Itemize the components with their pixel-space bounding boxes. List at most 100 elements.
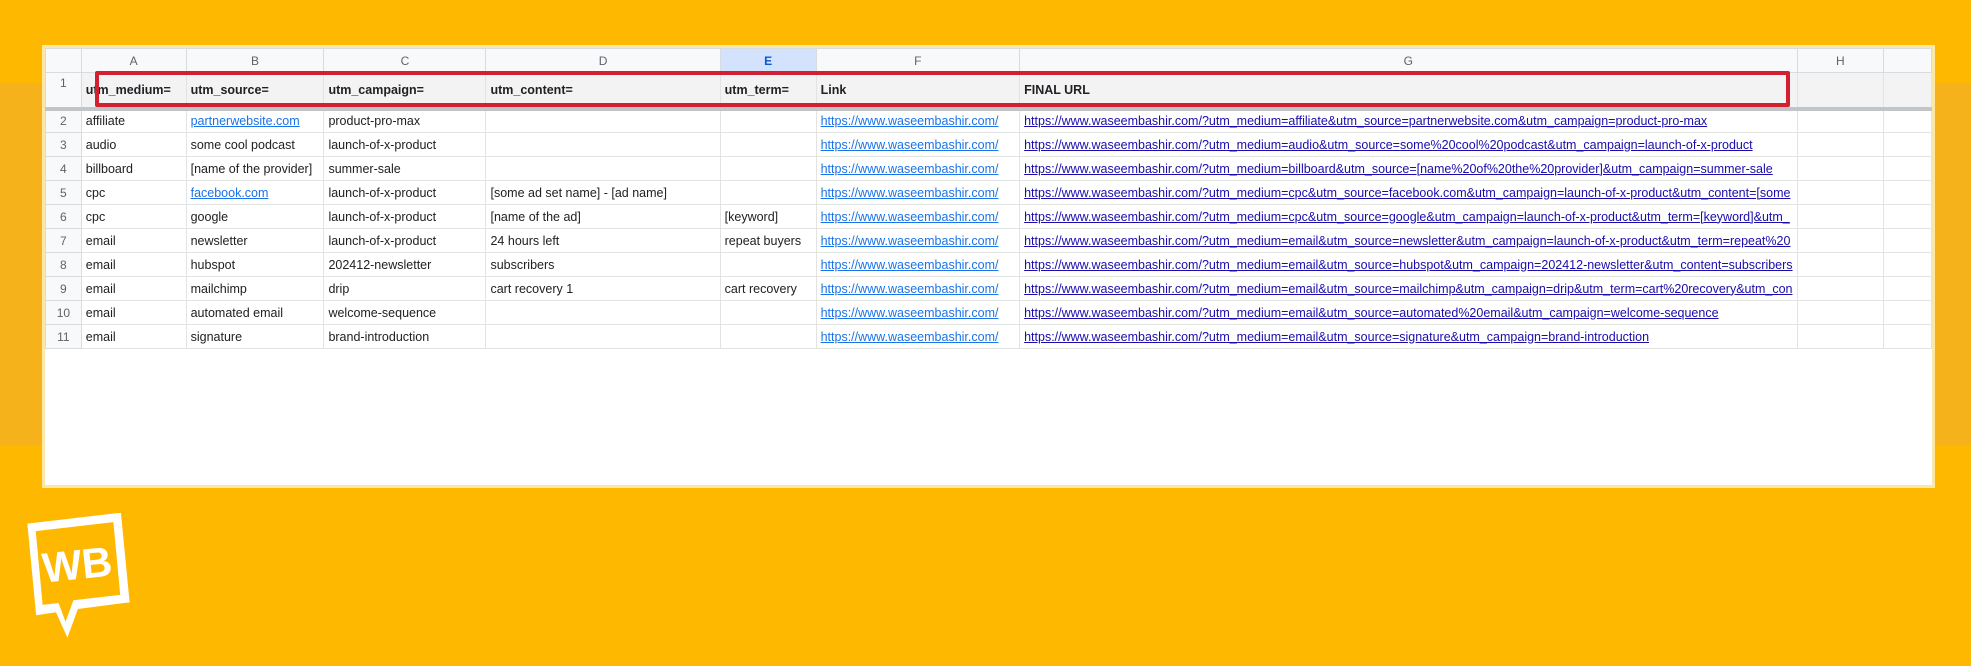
cell-campaign[interactable]: launch-of-x-product [323, 132, 487, 157]
cell-i[interactable] [1883, 228, 1932, 253]
cell-content[interactable]: cart recovery 1 [485, 276, 721, 301]
cell-campaign[interactable]: product-pro-max [323, 108, 487, 133]
cell-campaign[interactable]: 202412-newsletter [323, 252, 487, 277]
cell-campaign[interactable]: welcome-sequence [323, 300, 487, 325]
row-header[interactable]: 4 [45, 156, 82, 181]
column-header-a[interactable]: A [80, 48, 187, 73]
cell-link[interactable]: https://www.waseembashir.com/ [815, 252, 1021, 277]
cell-source[interactable]: [name of the provider] [185, 156, 325, 181]
cell-content[interactable]: subscribers [485, 252, 721, 277]
link-value[interactable]: https://www.waseembashir.com/ [821, 162, 999, 176]
cell-i[interactable] [1883, 276, 1932, 301]
cell-final[interactable]: https://www.waseembashir.com/?utm_medium… [1019, 156, 1798, 181]
cell-i[interactable] [1883, 300, 1932, 325]
cell-term[interactable] [719, 132, 817, 157]
cell-i[interactable] [1883, 132, 1932, 157]
column-header-h[interactable]: H [1796, 48, 1885, 73]
cell-final[interactable]: https://www.waseembashir.com/?utm_medium… [1019, 204, 1798, 229]
cell-i[interactable] [1883, 108, 1932, 133]
cell-medium[interactable]: affiliate [80, 108, 187, 133]
cell-source[interactable]: signature [185, 324, 325, 349]
cell-medium[interactable]: email [80, 252, 187, 277]
final-value[interactable]: https://www.waseembashir.com/?utm_medium… [1024, 186, 1790, 200]
cell-final[interactable]: https://www.waseembashir.com/?utm_medium… [1019, 228, 1798, 253]
column-header-i[interactable] [1883, 48, 1932, 73]
cell-i[interactable] [1883, 156, 1932, 181]
link-value[interactable]: https://www.waseembashir.com/ [821, 186, 999, 200]
column-header-c[interactable]: C [323, 48, 487, 73]
final-value[interactable]: https://www.waseembashir.com/?utm_medium… [1024, 138, 1753, 152]
cell-term[interactable] [719, 252, 817, 277]
cell-term[interactable] [719, 108, 817, 133]
column-header-d[interactable]: D [485, 48, 721, 73]
cell-content[interactable] [485, 300, 721, 325]
cell-term[interactable]: cart recovery [719, 276, 817, 301]
cell-i[interactable] [1883, 324, 1932, 349]
header-cell[interactable] [1883, 72, 1932, 111]
cell-final[interactable]: https://www.waseembashir.com/?utm_medium… [1019, 108, 1798, 133]
cell-link[interactable]: https://www.waseembashir.com/ [815, 108, 1021, 133]
final-value[interactable]: https://www.waseembashir.com/?utm_medium… [1024, 306, 1718, 320]
link-value[interactable]: https://www.waseembashir.com/ [821, 282, 999, 296]
header-cell[interactable]: utm_term= [719, 72, 817, 111]
column-header-g[interactable]: G [1019, 48, 1798, 73]
cell-h[interactable] [1796, 252, 1885, 277]
header-cell[interactable]: utm_campaign= [323, 72, 487, 111]
cell-content[interactable]: [some ad set name] - [ad name] [485, 180, 721, 205]
final-value[interactable]: https://www.waseembashir.com/?utm_medium… [1024, 282, 1792, 296]
link-value[interactable]: https://www.waseembashir.com/ [821, 138, 999, 152]
row-header[interactable]: 1 [45, 72, 82, 111]
final-value[interactable]: https://www.waseembashir.com/?utm_medium… [1024, 258, 1792, 272]
cell-campaign[interactable]: launch-of-x-product [323, 204, 487, 229]
cell-final[interactable]: https://www.waseembashir.com/?utm_medium… [1019, 324, 1798, 349]
row-header[interactable]: 8 [45, 252, 82, 277]
link-value[interactable]: https://www.waseembashir.com/ [821, 234, 999, 248]
cell-term[interactable]: [keyword] [719, 204, 817, 229]
cell-h[interactable] [1796, 228, 1885, 253]
row-header[interactable]: 10 [45, 300, 82, 325]
cell-link[interactable]: https://www.waseembashir.com/ [815, 324, 1021, 349]
cell-link[interactable]: https://www.waseembashir.com/ [815, 276, 1021, 301]
column-header-b[interactable]: B [185, 48, 325, 73]
cell-medium[interactable]: email [80, 300, 187, 325]
cell-source[interactable]: partnerwebsite.com [185, 108, 325, 133]
header-cell[interactable]: FINAL URL [1019, 72, 1798, 111]
cell-term[interactable] [719, 156, 817, 181]
cell-campaign[interactable]: launch-of-x-product [323, 228, 487, 253]
cell-h[interactable] [1796, 156, 1885, 181]
cell-source[interactable]: google [185, 204, 325, 229]
final-value[interactable]: https://www.waseembashir.com/?utm_medium… [1024, 210, 1790, 224]
cell-link[interactable]: https://www.waseembashir.com/ [815, 204, 1021, 229]
cell-campaign[interactable]: drip [323, 276, 487, 301]
cell-h[interactable] [1796, 180, 1885, 205]
cell-medium[interactable]: cpc [80, 180, 187, 205]
cell-h[interactable] [1796, 108, 1885, 133]
row-header[interactable]: 6 [45, 204, 82, 229]
row-header[interactable]: 5 [45, 180, 82, 205]
source-value[interactable]: facebook.com [191, 186, 269, 200]
cell-i[interactable] [1883, 180, 1932, 205]
cell-h[interactable] [1796, 324, 1885, 349]
cell-h[interactable] [1796, 276, 1885, 301]
link-value[interactable]: https://www.waseembashir.com/ [821, 210, 999, 224]
cell-campaign[interactable]: summer-sale [323, 156, 487, 181]
row-header[interactable]: 7 [45, 228, 82, 253]
cell-source[interactable]: hubspot [185, 252, 325, 277]
final-value[interactable]: https://www.waseembashir.com/?utm_medium… [1024, 162, 1773, 176]
cell-final[interactable]: https://www.waseembashir.com/?utm_medium… [1019, 252, 1798, 277]
header-cell[interactable] [1796, 72, 1885, 111]
cell-campaign[interactable]: launch-of-x-product [323, 180, 487, 205]
cell-source[interactable]: newsletter [185, 228, 325, 253]
cell-i[interactable] [1883, 252, 1932, 277]
cell-link[interactable]: https://www.waseembashir.com/ [815, 156, 1021, 181]
source-value[interactable]: partnerwebsite.com [191, 114, 300, 128]
cell-content[interactable]: [name of the ad] [485, 204, 721, 229]
cell-content[interactable] [485, 156, 721, 181]
column-header-e[interactable]: E [719, 48, 817, 73]
cell-link[interactable]: https://www.waseembashir.com/ [815, 180, 1021, 205]
cell-medium[interactable]: email [80, 228, 187, 253]
row-header[interactable]: 11 [45, 324, 82, 349]
cell-link[interactable]: https://www.waseembashir.com/ [815, 300, 1021, 325]
link-value[interactable]: https://www.waseembashir.com/ [821, 114, 999, 128]
final-value[interactable]: https://www.waseembashir.com/?utm_medium… [1024, 330, 1649, 344]
